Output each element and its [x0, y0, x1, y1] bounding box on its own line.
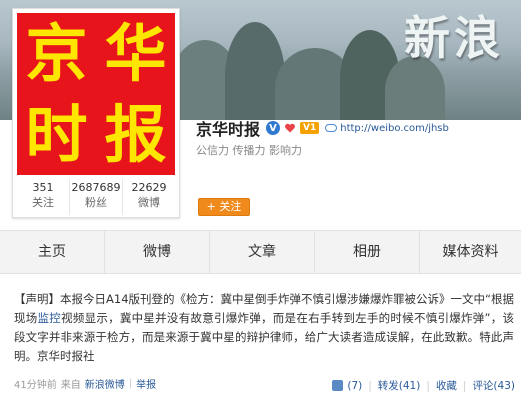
profile-name: 京华时报	[196, 120, 261, 139]
post-source-link[interactable]: 新浪微博	[85, 376, 125, 391]
stat-following-label: 关注	[32, 196, 54, 209]
report-link[interactable]: 举报	[136, 376, 156, 391]
stat-followers-count: 2687689	[71, 181, 121, 194]
avatar-card: 京 华 时 报 351 关注 2687689 粉丝 22629 微博	[12, 8, 180, 218]
vip-badge-icon[interactable]: V1	[300, 122, 320, 134]
stat-followers[interactable]: 2687689 粉丝	[70, 179, 123, 215]
avatar-char: 报	[104, 97, 167, 171]
profile-name-row: 京华时报 V V1 http://weibo.com/jhsb	[196, 118, 449, 139]
profile-url-link[interactable]: http://weibo.com/jhsb	[325, 123, 449, 134]
stat-followers-label: 粉丝	[85, 196, 107, 209]
profile-tags: 公信力 传播力 影响力	[196, 144, 302, 157]
action-divider: |	[426, 379, 430, 392]
avatar-char: 京	[25, 16, 88, 90]
stat-posts-count: 22629	[131, 181, 167, 194]
tab-weibo[interactable]: 微博	[105, 231, 210, 273]
post-inline-link[interactable]: 监控	[38, 311, 62, 325]
comment-link[interactable]: 评论(43)	[472, 378, 515, 393]
post-source-prefix: 来自	[60, 380, 81, 391]
avatar-char: 时	[25, 97, 88, 171]
thumb-up-icon[interactable]	[332, 380, 344, 391]
post-text: 【声明】本报今日A14版刊登的《检方：冀中星倒手炸弹不慎引爆涉嫌爆炸罪被公诉》一…	[14, 290, 514, 366]
avatar[interactable]: 京 华 时 报	[17, 13, 175, 175]
heart-badge-icon[interactable]	[284, 122, 296, 134]
like-count[interactable]: (7)	[347, 380, 362, 392]
post-bracket: 【声明】	[14, 292, 61, 306]
link-icon	[325, 124, 338, 132]
tab-home[interactable]: 主页	[0, 231, 105, 273]
forward-link[interactable]: 转发(41)	[378, 378, 421, 393]
follow-button[interactable]: + 关注	[198, 198, 250, 216]
meta-divider: |	[128, 378, 133, 389]
stat-posts-label: 微博	[138, 196, 160, 209]
post-body-part2: 视频显示，冀中星并没有故意引爆炸弹，而是在右手转到左手的时候不慎引爆炸弹”，该段…	[14, 311, 515, 363]
post-actions: (7) | 转发(41) | 收藏 | 评论(43)	[332, 378, 515, 393]
action-divider: |	[462, 379, 467, 392]
favorite-link[interactable]: 收藏	[436, 378, 457, 393]
tab-album[interactable]: 相册	[315, 231, 420, 273]
avatar-char: 华	[104, 16, 167, 90]
stat-posts[interactable]: 22629 微博	[123, 179, 175, 215]
profile-stats: 351 关注 2687689 粉丝 22629 微博	[17, 179, 175, 215]
profile-url-text: http://weibo.com/jhsb	[340, 122, 449, 134]
tab-media-info[interactable]: 媒体资料	[420, 231, 521, 273]
profile-tabs: 主页 微博 文章 相册 媒体资料	[0, 230, 521, 274]
tab-articles[interactable]: 文章	[210, 231, 315, 273]
stat-following[interactable]: 351 关注	[17, 179, 70, 215]
stat-following-count: 351	[32, 181, 54, 194]
post-time[interactable]: 41分钟前	[14, 376, 57, 391]
verified-icon[interactable]: V	[266, 121, 281, 135]
post-meta: 41分钟前 来自 新浪微博 | 举报	[14, 376, 156, 391]
banner-logo-text: 新浪	[404, 11, 504, 65]
action-divider: |	[368, 379, 372, 392]
